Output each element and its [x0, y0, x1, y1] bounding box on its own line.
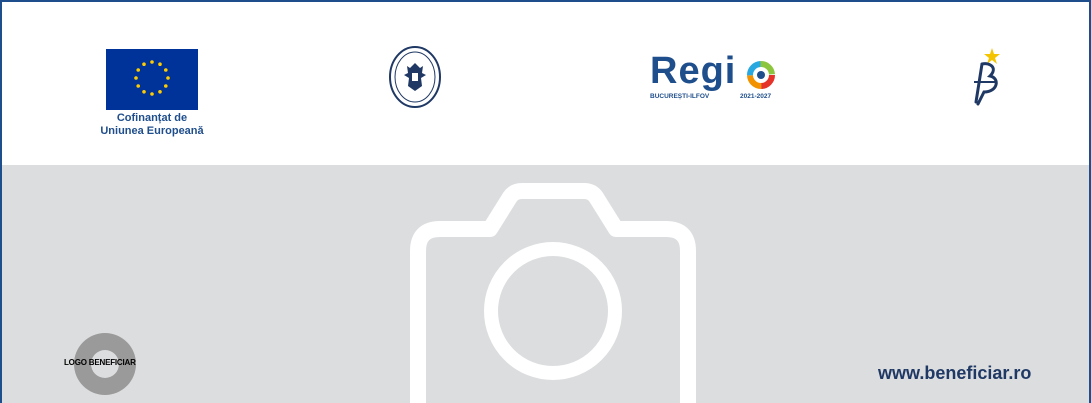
regio-colored-o-icon: [747, 61, 775, 89]
beneficiary-logo-label: LOGO BENEFICIAR: [64, 358, 136, 367]
eu-flag-logo: [106, 49, 198, 110]
eu-cofinancing-caption: Cofinanțat de Uniunea Europeană: [70, 112, 234, 138]
adr-logo: [970, 46, 1006, 112]
beneficiary-website: www.beneficiar.ro: [878, 363, 1032, 383]
camera-icon: [410, 183, 696, 403]
logo-bar: Cofinanțat de Uniunea Europeană Regi BUC…: [2, 2, 1089, 165]
regio-logo: Regi BUCUREȘTI-ILFOV 2021-2027: [650, 50, 790, 110]
regio-wordmark: Regi: [650, 50, 737, 92]
regio-period-label: 2021-2027: [740, 93, 772, 100]
regio-region-label: BUCUREȘTI-ILFOV: [650, 93, 710, 100]
billboard-frame: Cofinanțat de Uniunea Europeană Regi BUC…: [0, 0, 1091, 403]
beneficiary-logo-placeholder: LOGO BENEFICIAR: [64, 330, 144, 403]
eu-caption-line-1: Cofinanțat de: [116, 112, 188, 124]
photo-placeholder-area: LOGO BENEFICIAR www.beneficiar.ro: [2, 165, 1089, 403]
romanian-government-seal: [389, 46, 441, 108]
eu-caption-line-2: Uniunea Europeană: [100, 125, 204, 137]
